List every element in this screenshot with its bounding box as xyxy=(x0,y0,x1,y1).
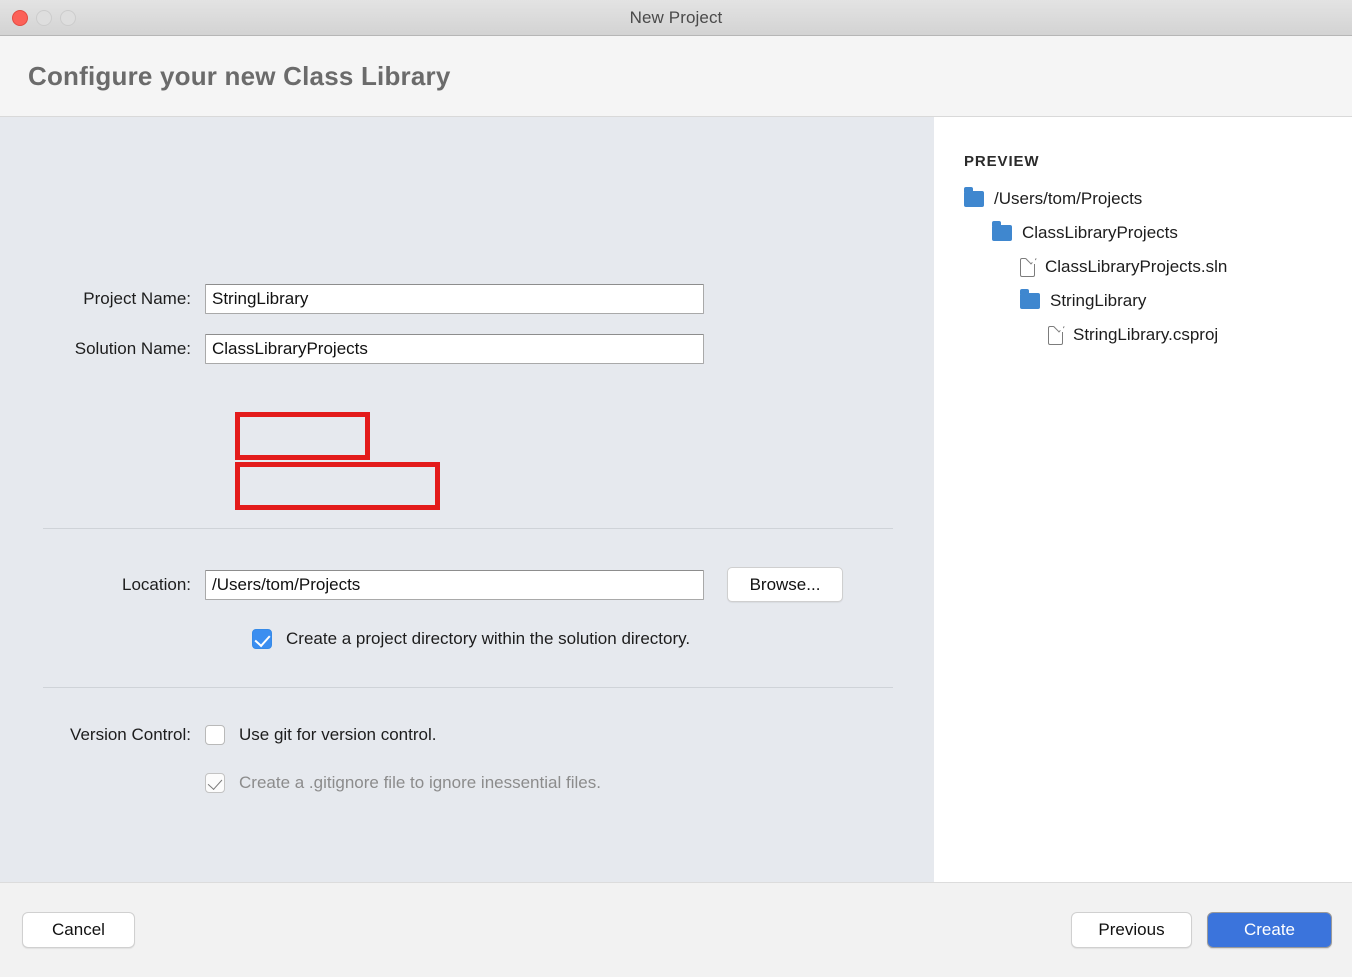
folder-icon xyxy=(992,225,1012,241)
new-project-dialog: New Project Configure your new Class Lib… xyxy=(0,0,1352,977)
tree-item: StringLibrary.csproj xyxy=(934,318,1352,352)
file-icon xyxy=(1048,326,1063,345)
close-button[interactable] xyxy=(12,10,28,26)
tree-item-label: StringLibrary.csproj xyxy=(1073,325,1218,345)
page-title: Configure your new Class Library xyxy=(28,61,451,92)
create-project-directory-label: Create a project directory within the so… xyxy=(286,629,690,649)
file-icon xyxy=(1020,258,1035,277)
create-button[interactable]: Create xyxy=(1207,912,1332,948)
file-icon-glyph xyxy=(1048,326,1063,345)
location-field-row: Location: /Users/tom/Projects Browse... xyxy=(0,567,843,602)
section-divider xyxy=(43,528,893,529)
use-git-row[interactable]: Version Control: Use git for version con… xyxy=(0,725,601,745)
create-project-directory-row[interactable]: Create a project directory within the so… xyxy=(0,629,690,649)
tree-item-label: StringLibrary xyxy=(1050,291,1146,311)
project-name-row: Project Name: StringLibrary xyxy=(0,284,704,314)
create-project-directory-checkbox[interactable] xyxy=(252,629,272,649)
tree-item: ClassLibraryProjects.sln xyxy=(934,250,1352,284)
tree-item: /Users/tom/Projects xyxy=(934,182,1352,216)
location-label: Location: xyxy=(0,575,205,595)
project-name-label: Project Name: xyxy=(0,289,205,309)
previous-button[interactable]: Previous xyxy=(1071,912,1192,948)
dialog-footer: Cancel Previous Create xyxy=(0,883,1352,977)
solution-name-label: Solution Name: xyxy=(0,339,205,359)
gitignore-label: Create a .gitignore file to ignore iness… xyxy=(239,773,601,793)
dialog-body: Project Name: StringLibrary Solution Nam… xyxy=(0,117,1352,883)
minimize-button[interactable] xyxy=(36,10,52,26)
cancel-button[interactable]: Cancel xyxy=(22,912,135,948)
version-control-label: Version Control: xyxy=(0,725,205,745)
use-git-label: Use git for version control. xyxy=(239,725,436,745)
gitignore-row: Create a .gitignore file to ignore iness… xyxy=(0,773,601,793)
configuration-form: Project Name: StringLibrary Solution Nam… xyxy=(0,117,934,882)
location-row: Location: /Users/tom/Projects Browse... xyxy=(0,567,843,602)
solution-name-input[interactable]: ClassLibraryProjects xyxy=(205,334,704,364)
version-control-group: Version Control: Use git for version con… xyxy=(0,725,601,793)
folder-icon xyxy=(964,191,984,207)
name-fields-group: Project Name: StringLibrary Solution Nam… xyxy=(0,284,704,364)
folder-icon-glyph xyxy=(964,191,984,207)
zoom-button[interactable] xyxy=(60,10,76,26)
browse-button[interactable]: Browse... xyxy=(727,567,843,602)
location-input[interactable]: /Users/tom/Projects xyxy=(205,570,704,600)
use-git-checkbox[interactable] xyxy=(205,725,225,745)
checkmark-icon xyxy=(208,775,223,790)
solution-name-row: Solution Name: ClassLibraryProjects xyxy=(0,334,704,364)
checkmark-icon xyxy=(254,631,270,647)
traffic-light-group xyxy=(12,0,76,35)
gitignore-checkbox xyxy=(205,773,225,793)
window-title: New Project xyxy=(0,8,1352,28)
dialog-header: Configure your new Class Library xyxy=(0,36,1352,117)
tree-item-label: ClassLibraryProjects xyxy=(1022,223,1178,243)
tree-item: StringLibrary xyxy=(934,284,1352,318)
window-titlebar: New Project xyxy=(0,0,1352,36)
file-icon-glyph xyxy=(1020,258,1035,277)
preview-title: PREVIEW xyxy=(964,153,1352,170)
annotation-rect-project-name xyxy=(235,412,370,460)
tree-item: ClassLibraryProjects xyxy=(934,216,1352,250)
folder-icon-glyph xyxy=(1020,293,1040,309)
tree-item-label: /Users/tom/Projects xyxy=(994,189,1142,209)
annotation-rect-solution-name xyxy=(235,462,440,510)
tree-item-label: ClassLibraryProjects.sln xyxy=(1045,257,1227,277)
project-name-input[interactable]: StringLibrary xyxy=(205,284,704,314)
folder-icon-glyph xyxy=(992,225,1012,241)
section-divider xyxy=(43,687,893,688)
folder-icon xyxy=(1020,293,1040,309)
preview-panel: PREVIEW /Users/tom/Projects ClassLibraryP… xyxy=(934,117,1352,882)
preview-tree: /Users/tom/Projects ClassLibraryProjects C… xyxy=(934,182,1352,352)
